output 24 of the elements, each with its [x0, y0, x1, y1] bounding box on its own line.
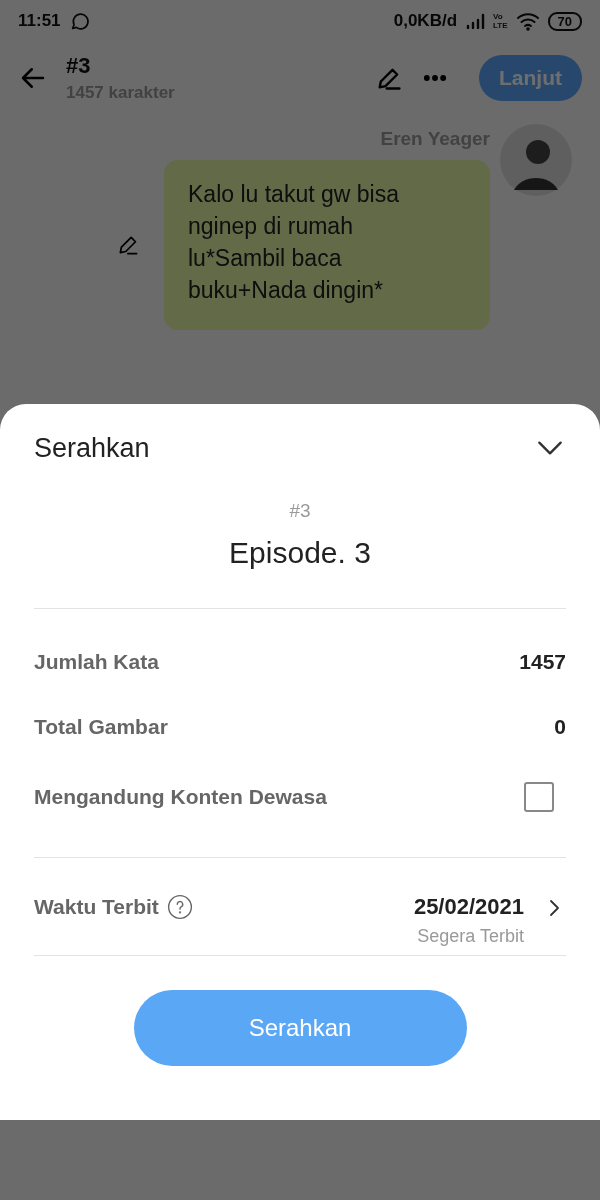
- submit-button[interactable]: Serahkan: [133, 990, 467, 1066]
- avatar: [500, 124, 572, 196]
- publish-date[interactable]: 25/02/2021: [413, 894, 524, 920]
- episode-number: #3: [289, 500, 311, 522]
- message-bubble: Kalo lu takut gw bisa nginep di rumah lu*Sambil baca buku+Nada dingin*: [164, 160, 490, 330]
- episode-title: Episode. 3: [229, 536, 371, 570]
- battery-indicator: 70: [547, 11, 582, 31]
- checkbox[interactable]: [524, 782, 554, 812]
- sheet-title: Serahkan: [34, 432, 150, 464]
- stat-value: 1457: [519, 649, 566, 674]
- clock: 11:51: [18, 11, 61, 31]
- chapter-title: #3: [66, 53, 92, 79]
- wifi-icon: [515, 11, 540, 31]
- publish-label: Waktu Terbit: [34, 895, 159, 919]
- stat-label: Jumlah Kata: [34, 649, 159, 674]
- publish-note: Segera Terbit: [417, 926, 524, 947]
- data-rate: 0,0KB/d: [393, 11, 457, 31]
- signal-icon: [465, 13, 485, 29]
- stat-label: Total Gambar: [34, 714, 168, 739]
- network-label: Vo LTE: [493, 12, 508, 30]
- checkbox-label: Mengandung Konten Dewasa: [34, 785, 327, 809]
- stat-value: 0: [554, 714, 566, 739]
- help-icon[interactable]: [166, 894, 193, 920]
- next-button[interactable]: Lanjut: [479, 55, 582, 101]
